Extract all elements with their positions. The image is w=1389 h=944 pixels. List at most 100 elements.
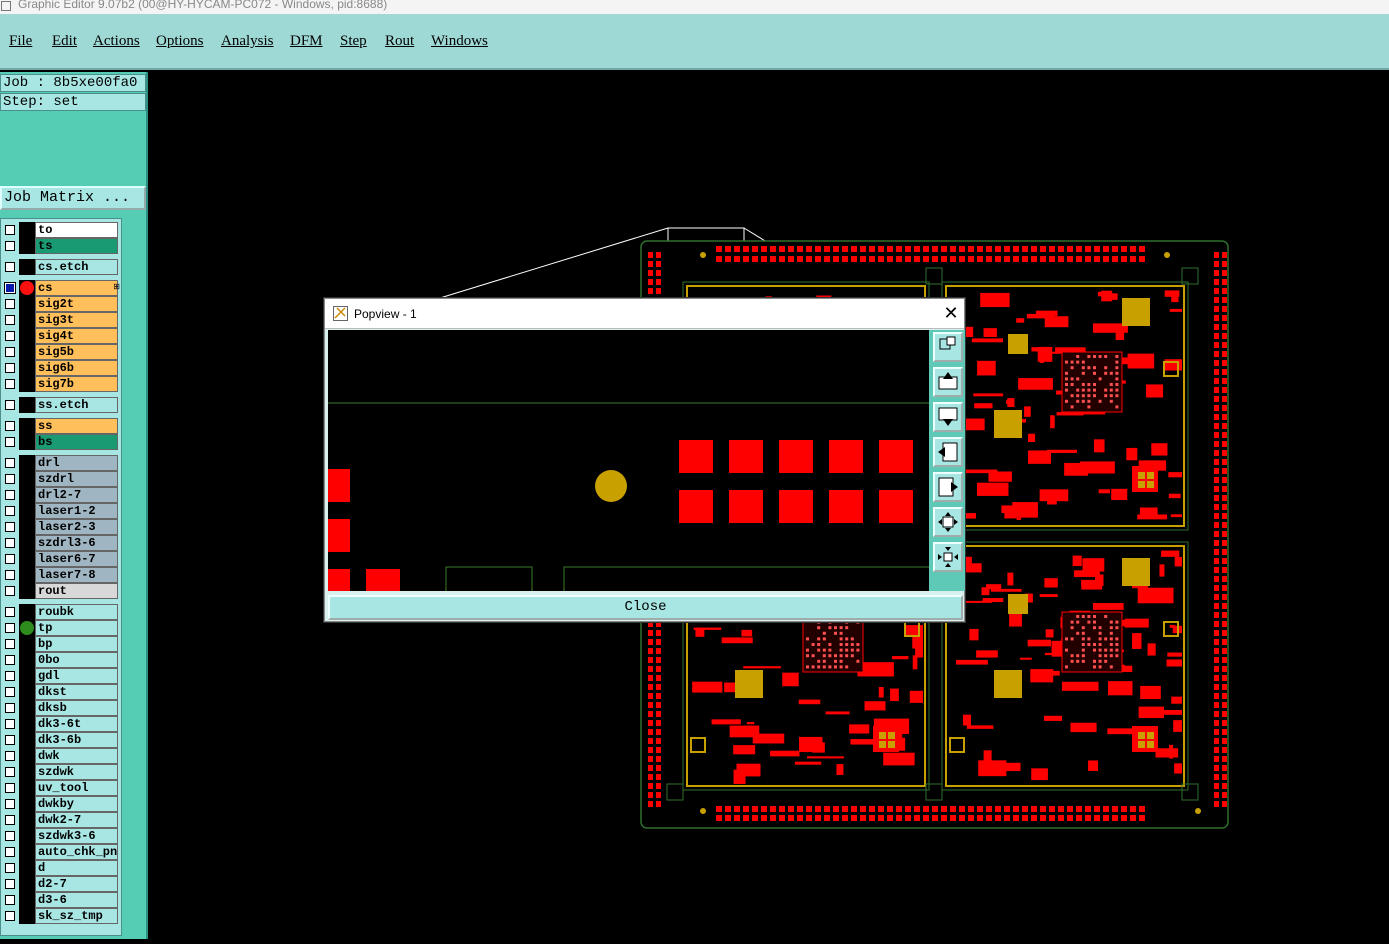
layer-name[interactable]: laser7-8 <box>35 567 118 583</box>
layer-name[interactable]: sig6b <box>35 360 118 376</box>
layer-display-cell[interactable] <box>19 519 35 535</box>
pan-left-icon[interactable] <box>933 437 963 467</box>
popview-canvas[interactable] <box>328 330 929 591</box>
layer-checkbox[interactable] <box>5 719 15 729</box>
layer-row-sig4t[interactable]: sig4t <box>1 328 121 344</box>
layer-row-sk_sz_tmp[interactable]: sk_sz_tmp <box>1 908 121 924</box>
layer-checkbox[interactable] <box>5 225 15 235</box>
menu-step[interactable]: Step <box>340 33 367 50</box>
layer-display-cell[interactable] <box>19 487 35 503</box>
menu-dfm[interactable]: DFM <box>290 33 323 50</box>
layer-checkbox[interactable] <box>5 315 15 325</box>
layer-display-cell[interactable] <box>19 455 35 471</box>
layer-display-cell[interactable] <box>19 652 35 668</box>
layer-display-cell[interactable] <box>19 238 35 254</box>
layer-name[interactable]: dwkby <box>35 796 118 812</box>
layer-checkbox[interactable] <box>5 607 15 617</box>
pan-right-icon[interactable] <box>933 472 963 502</box>
layer-name[interactable]: roubk <box>35 604 118 620</box>
layer-row-dwk[interactable]: dwk <box>1 748 121 764</box>
layer-row-sig5b[interactable]: sig5b <box>1 344 121 360</box>
layer-name[interactable]: auto_chk_pn <box>35 844 118 860</box>
layer-name[interactable]: sig7b <box>35 376 118 392</box>
layer-row-sig7b[interactable]: sig7b <box>1 376 121 392</box>
layer-checkbox[interactable] <box>5 879 15 889</box>
layer-name[interactable]: rout <box>35 583 118 599</box>
layer-checkbox[interactable] <box>5 735 15 745</box>
layer-checkbox[interactable] <box>5 347 15 357</box>
layer-row-d2-7[interactable]: d2-7 <box>1 876 121 892</box>
layer-display-cell[interactable] <box>19 259 35 275</box>
layer-row-dk3-6t[interactable]: dk3-6t <box>1 716 121 732</box>
layer-name[interactable]: sig2t <box>35 296 118 312</box>
layer-display-cell[interactable] <box>19 636 35 652</box>
layer-name[interactable]: cs.etch <box>35 259 118 275</box>
layer-checkbox[interactable] <box>5 639 15 649</box>
layer-name[interactable]: cs <box>35 280 118 296</box>
zoom-out-icon[interactable] <box>933 507 963 537</box>
layer-checkbox[interactable] <box>5 299 15 309</box>
layer-checkbox[interactable] <box>5 421 15 431</box>
layer-name[interactable]: gdl <box>35 668 118 684</box>
pan-up-icon[interactable] <box>933 367 963 397</box>
layer-row-cs[interactable]: cs ⊞ <box>1 280 121 296</box>
layer-row-tp[interactable]: tp <box>1 620 121 636</box>
layer-name[interactable]: bp <box>35 636 118 652</box>
menu-windows[interactable]: Windows <box>431 33 488 50</box>
layer-checkbox[interactable] <box>5 586 15 596</box>
layer-row-bs[interactable]: bs <box>1 434 121 450</box>
layer-checkbox[interactable] <box>5 687 15 697</box>
layer-row-0bo[interactable]: 0bo <box>1 652 121 668</box>
layer-row-d3-6[interactable]: d3-6 <box>1 892 121 908</box>
layer-name[interactable]: d3-6 <box>35 892 118 908</box>
layer-display-cell[interactable] <box>19 551 35 567</box>
close-icon[interactable]: ✕ <box>941 302 961 324</box>
layer-checkbox[interactable] <box>5 379 15 389</box>
menu-file[interactable]: File <box>9 33 32 50</box>
layer-name[interactable]: tp <box>35 620 118 636</box>
layer-display-cell[interactable] <box>19 376 35 392</box>
layer-checkbox[interactable] <box>5 767 15 777</box>
layer-row-dk3-6b[interactable]: dk3-6b <box>1 732 121 748</box>
layer-name[interactable]: szdwk <box>35 764 118 780</box>
layer-row-laser6-7[interactable]: laser6-7 <box>1 551 121 567</box>
layer-row-szdrl[interactable]: szdrl <box>1 471 121 487</box>
layer-row-sig2t[interactable]: sig2t <box>1 296 121 312</box>
layer-display-cell[interactable] <box>19 620 35 636</box>
layer-name[interactable]: dksb <box>35 700 118 716</box>
layer-name[interactable]: d2-7 <box>35 876 118 892</box>
layer-checkbox[interactable] <box>5 437 15 447</box>
layer-checkbox[interactable] <box>5 815 15 825</box>
layer-name[interactable]: laser2-3 <box>35 519 118 535</box>
layer-row-bp[interactable]: bp <box>1 636 121 652</box>
layer-name[interactable]: drl2-7 <box>35 487 118 503</box>
layer-display-cell[interactable] <box>19 732 35 748</box>
layer-display-cell[interactable] <box>19 222 35 238</box>
layer-display-cell[interactable] <box>19 780 35 796</box>
layer-display-cell[interactable] <box>19 748 35 764</box>
layer-row-szdwk[interactable]: szdwk <box>1 764 121 780</box>
layer-name[interactable]: sig5b <box>35 344 118 360</box>
layer-checkbox[interactable] <box>4 282 16 294</box>
layer-display-cell[interactable] <box>19 280 35 296</box>
layer-display-cell[interactable] <box>19 892 35 908</box>
layer-name[interactable]: sig3t <box>35 312 118 328</box>
layer-name[interactable]: dk3-6t <box>35 716 118 732</box>
layer-row-ts[interactable]: ts <box>1 238 121 254</box>
layer-row-sig3t[interactable]: sig3t <box>1 312 121 328</box>
layer-display-cell[interactable] <box>19 296 35 312</box>
layer-row-laser2-3[interactable]: laser2-3 <box>1 519 121 535</box>
layer-name[interactable]: dwk <box>35 748 118 764</box>
layer-name[interactable]: d <box>35 860 118 876</box>
layer-name[interactable]: szdrl <box>35 471 118 487</box>
layer-checkbox[interactable] <box>5 570 15 580</box>
zoom-window-icon[interactable] <box>933 332 963 362</box>
menu-analysis[interactable]: Analysis <box>221 33 274 50</box>
layer-row-gdl[interactable]: gdl <box>1 668 121 684</box>
layer-row-rout[interactable]: rout <box>1 583 121 599</box>
layer-name[interactable]: ts <box>35 238 118 254</box>
layer-name[interactable]: dkst <box>35 684 118 700</box>
layer-name[interactable]: sig4t <box>35 328 118 344</box>
layer-name[interactable]: bs <box>35 434 118 450</box>
layer-checkbox[interactable] <box>5 241 15 251</box>
